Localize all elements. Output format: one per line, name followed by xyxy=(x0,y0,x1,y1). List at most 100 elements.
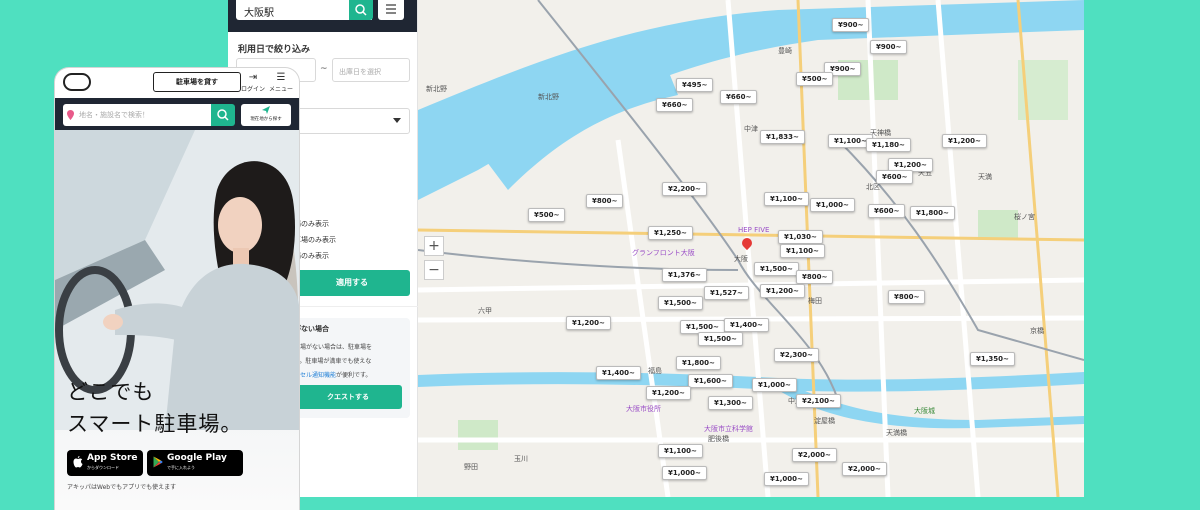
price-pin[interactable]: ¥1,000~ xyxy=(764,472,809,486)
place-label: 福島 xyxy=(648,367,662,375)
price-pin[interactable]: ¥800~ xyxy=(888,290,926,304)
price-pin[interactable]: ¥600~ xyxy=(876,170,914,184)
sidebar-header: 大阪駅 xyxy=(228,0,417,32)
price-pin[interactable]: ¥1,350~ xyxy=(970,352,1015,366)
place-label: 六甲 xyxy=(478,307,492,315)
chevron-down-icon xyxy=(393,118,401,123)
price-pin[interactable]: ¥1,833~ xyxy=(760,130,805,144)
menu-label: メニュー xyxy=(269,86,294,93)
price-pin[interactable]: ¥1,200~ xyxy=(942,134,987,148)
price-pin[interactable]: ¥500~ xyxy=(528,208,566,222)
price-pin[interactable]: ¥900~ xyxy=(832,18,870,32)
place-label: 豊崎 xyxy=(778,47,792,55)
price-pin[interactable]: ¥1,500~ xyxy=(754,262,799,276)
price-pin[interactable]: ¥600~ xyxy=(868,204,906,218)
place-label: 梅田 xyxy=(808,297,822,305)
akippa-logo-icon[interactable] xyxy=(63,73,91,91)
search-button[interactable] xyxy=(211,104,235,126)
login-label: ログイン xyxy=(241,86,266,93)
price-pin[interactable]: ¥2,000~ xyxy=(842,462,887,476)
google-play-sublabel: で手に入れよう xyxy=(167,465,195,470)
cancel-notice-link[interactable]: ンセル通知機能 xyxy=(294,372,336,379)
price-pin[interactable]: ¥1,250~ xyxy=(648,226,693,240)
price-pin[interactable]: ¥800~ xyxy=(796,270,834,284)
place-label: 京橋 xyxy=(1030,327,1044,335)
price-pin[interactable]: ¥1,030~ xyxy=(778,230,823,244)
hero-headline-line1: どこでも xyxy=(67,380,155,404)
info-title: がない場合 xyxy=(294,325,329,333)
info-text-line: す。駐車場が満車でも使えな xyxy=(294,358,372,365)
price-pin[interactable]: ¥2,100~ xyxy=(796,394,841,408)
current-location-button[interactable]: 現在地から探す xyxy=(241,104,291,126)
place-label: 天満橋 xyxy=(886,429,907,437)
google-play-button[interactable]: Google Play で手に入れよう xyxy=(147,450,243,476)
price-pin[interactable]: ¥800~ xyxy=(586,194,624,208)
place-label: 新北野 xyxy=(538,93,559,101)
place-label: 大阪城 xyxy=(914,407,935,415)
price-pin[interactable]: ¥1,400~ xyxy=(724,318,769,332)
apply-button[interactable]: 適用する xyxy=(294,270,410,296)
price-pin[interactable]: ¥660~ xyxy=(656,98,694,112)
place-label: 天神橋 xyxy=(870,129,891,137)
apple-icon xyxy=(73,456,83,468)
menu-button[interactable] xyxy=(378,0,404,20)
price-pin[interactable]: ¥1,527~ xyxy=(704,286,749,300)
hero-banner: どこでも スマート駐車場。 App Store からダウンロード Google … xyxy=(55,130,299,510)
zoom-out-button[interactable]: − xyxy=(424,260,444,280)
price-pin[interactable]: ¥1,500~ xyxy=(698,332,743,346)
price-pin[interactable]: ¥1,800~ xyxy=(676,356,721,370)
price-pin[interactable]: ¥1,180~ xyxy=(866,138,911,152)
hero-footnote: アキッパはWebでもアプリでも使えます xyxy=(67,484,177,491)
price-pin[interactable]: ¥2,300~ xyxy=(774,348,819,362)
place-label: 大阪市役所 xyxy=(626,405,661,413)
price-pin[interactable]: ¥900~ xyxy=(870,40,908,54)
place-label: 中津 xyxy=(744,125,758,133)
place-label: 淀屋橋 xyxy=(814,417,835,425)
price-pin[interactable]: ¥500~ xyxy=(796,72,834,86)
place-label: HEP FIVE xyxy=(738,226,770,234)
price-pin[interactable]: ¥1,200~ xyxy=(646,386,691,400)
search-icon xyxy=(217,109,229,121)
google-play-icon xyxy=(153,456,163,468)
price-pin[interactable]: ¥1,376~ xyxy=(662,268,707,282)
price-pin[interactable]: ¥495~ xyxy=(676,78,714,92)
price-pin[interactable]: ¥2,200~ xyxy=(662,182,707,196)
price-pin[interactable]: ¥1,100~ xyxy=(780,244,825,258)
lend-parking-button[interactable]: 駐車場を貸す xyxy=(153,72,241,92)
price-pin[interactable]: ¥1,200~ xyxy=(760,284,805,298)
place-label: 野田 xyxy=(464,463,478,471)
price-pin[interactable]: ¥1,600~ xyxy=(688,374,733,388)
price-pin[interactable]: ¥1,100~ xyxy=(658,444,703,458)
place-label: 大阪 xyxy=(734,255,748,263)
hamburger-icon xyxy=(386,4,396,14)
map-pin-icon xyxy=(67,110,74,120)
app-store-label: App Store xyxy=(87,453,138,463)
place-search-input[interactable]: 地名・施設名で検索！ xyxy=(63,104,211,126)
filter-option-1[interactable]: 場のみ表示 xyxy=(294,219,329,229)
zoom-in-button[interactable]: + xyxy=(424,236,444,256)
price-pin[interactable]: ¥1,100~ xyxy=(764,192,809,206)
price-pin[interactable]: ¥1,000~ xyxy=(810,198,855,212)
request-button[interactable]: クエストする xyxy=(294,385,402,409)
search-button[interactable] xyxy=(349,0,373,20)
app-store-button[interactable]: App Store からダウンロード xyxy=(67,450,143,476)
parking-map[interactable]: + − 新北野 新北野 中津 豊崎 天神橋 天五 北区 天満 HEP FIVE … xyxy=(418,0,1084,497)
price-pin[interactable]: ¥1,500~ xyxy=(658,296,703,310)
place-label: グランフロント大阪 xyxy=(632,249,695,257)
price-pin[interactable]: ¥1,000~ xyxy=(752,378,797,392)
price-pin[interactable]: ¥1,800~ xyxy=(910,206,955,220)
filter-option-3[interactable]: 場のみ表示 xyxy=(294,251,329,261)
app-store-sublabel: からダウンロード xyxy=(87,465,119,470)
price-pin[interactable]: ¥660~ xyxy=(720,90,758,104)
place-label: 新北野 xyxy=(426,85,447,93)
menu-button[interactable]: ☰ メニュー xyxy=(269,72,293,93)
price-pin[interactable]: ¥2,000~ xyxy=(792,448,837,462)
date-end-field[interactable]: 出庫日を選択 xyxy=(332,58,410,82)
price-pin[interactable]: ¥1,000~ xyxy=(662,466,707,480)
login-button[interactable]: ⇥ ログイン xyxy=(241,72,265,93)
price-pin[interactable]: ¥1,200~ xyxy=(566,316,611,330)
filter-option-2[interactable]: 車場のみ表示 xyxy=(294,235,336,245)
date-filter-title: 利用日で絞り込み xyxy=(238,45,311,55)
price-pin[interactable]: ¥1,400~ xyxy=(596,366,641,380)
price-pin[interactable]: ¥1,300~ xyxy=(708,396,753,410)
